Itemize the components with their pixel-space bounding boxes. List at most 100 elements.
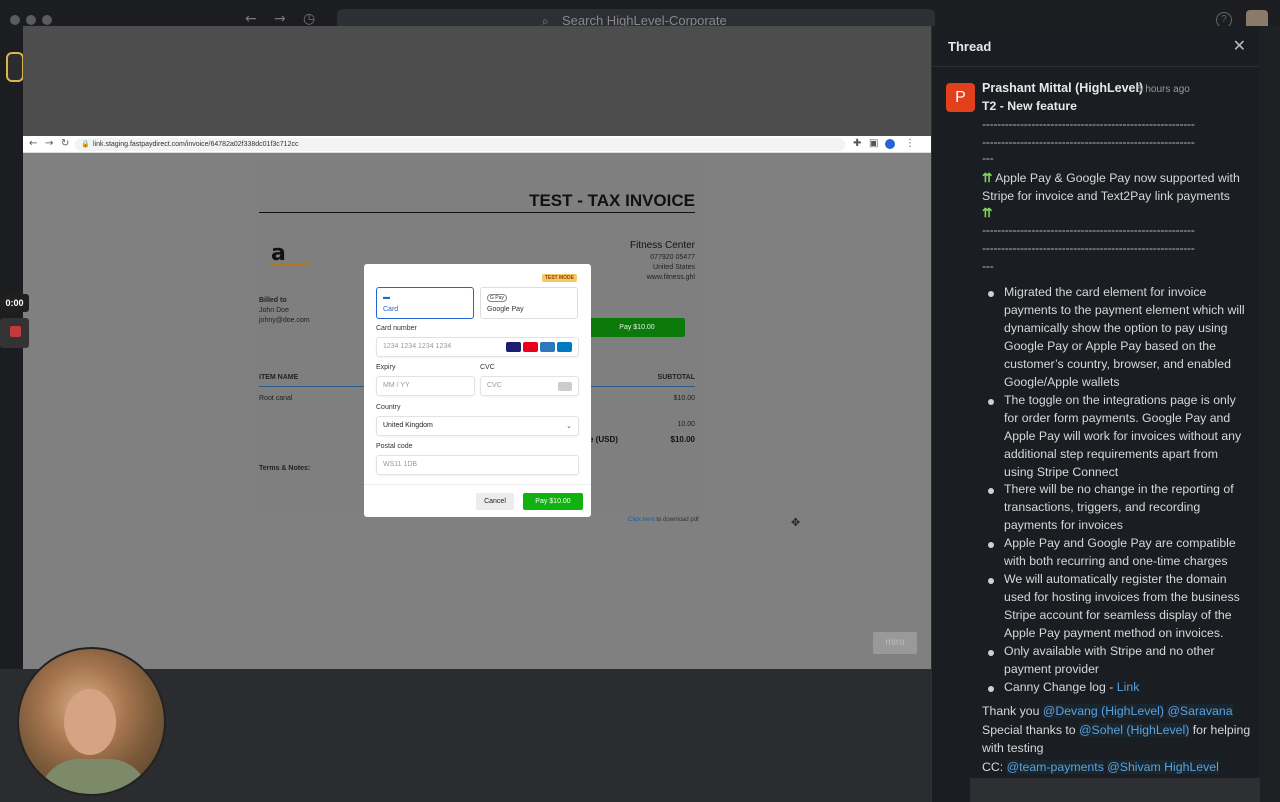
browser-content: TEST - TAX INVOICE a Fitness Center 0779… [23,153,931,669]
thread-panel: Thread ✕ P Prashant Mittal (HighLevel) 5… [931,26,1260,802]
canny-link[interactable]: Link [1117,680,1140,694]
subtotal-header: SUBTOTAL [657,374,695,381]
canny-text: Canny Change log - [1004,680,1117,694]
announcement-line-1: ⇈ Apple Pay & Google Pay now supported w… [982,171,1240,185]
bullet-text-line: payments to the payment element which wi… [1004,303,1245,317]
bullet-text-line: customer’s country, browser, and enabled [1004,357,1231,371]
special-tail: for helping [1189,723,1251,737]
bullet-text-line: Google/Apple wallets [1004,375,1120,389]
tab-card-label: Card [383,306,399,313]
address-bar[interactable]: 🔒 link.staging.fastpaydirect.com/invoice… [75,138,845,151]
mention-team-payments[interactable]: @team-payments [1006,760,1104,774]
company-website: www.fitness.ghl [646,274,695,281]
window-close-dot[interactable] [10,15,20,25]
tax-amount: 10.00 [677,421,695,428]
postal-placeholder: WS11 1DB [383,461,418,468]
cvc-label: CVC [480,364,495,371]
diners-icon [557,342,572,352]
tab-google-pay-label: Google Pay [487,306,524,313]
bullet-text-line: with both recurring and one-time charges [1004,554,1228,568]
expiry-label: Expiry [376,364,396,371]
total-label: e (USD) [589,435,618,444]
lock-icon: 🔒 [81,141,90,148]
webcam-person-shirt [39,759,149,794]
pay-button[interactable]: Pay $10.00 [523,493,583,510]
bottom-thumbnails [970,778,1260,802]
window-zoom-dot[interactable] [42,15,52,25]
browser-reload-icon[interactable]: ↻ [61,138,69,149]
announcement-text: Apple Pay & Google Pay now supported wit… [995,171,1240,185]
bullet-text-line: used for hosting invoices from the busin… [1004,590,1240,604]
line-item-amount: $10.00 [673,395,695,402]
bullet-dot [988,291,994,297]
canny-line: Canny Change log - Link [1004,680,1139,694]
test-mode-badge: TEST MODE [541,274,577,282]
history-clock-icon[interactable]: ◷ [303,11,315,27]
bullet-text-line: transactions, triggers, and recording [1004,500,1201,514]
download-text: to download pdf [654,517,699,523]
terms-label: Terms & Notes: [259,465,311,472]
bullet-text-line: Apple Pay and Google Pay are compatible [1004,536,1236,550]
browser-back-icon[interactable]: ← [29,138,37,149]
url-text: link.staging.fastpaydirect.com/invoice/6… [93,141,299,148]
workspace-button[interactable] [6,52,24,82]
download-link[interactable]: Click here [628,517,655,523]
webcam-bubble[interactable] [17,647,166,796]
bullet-text-line: Google Pay or Apple Pay based on the [1004,339,1216,353]
card-brands [504,342,572,360]
bullet-dot [988,488,994,494]
miro-badge: miro [873,632,917,654]
author-name[interactable]: Prashant Mittal (HighLevel) [982,81,1143,95]
dash-line: ----------------------------------------… [982,241,1195,255]
stop-recording-icon [10,326,21,337]
bullet-text-line: We will automatically register the domai… [1004,572,1227,586]
back-arrow-icon[interactable]: ← [245,11,257,27]
profile-icon[interactable] [885,139,895,149]
card-number-field[interactable]: 1234 1234 1234 1234 [376,337,579,357]
mention-sohel[interactable]: @Sohel (HighLevel) [1079,723,1190,737]
message-heading: T2 - New feature [982,99,1077,113]
thanks-text: Thank you [982,704,1043,718]
extensions-icon[interactable]: ✚ [853,138,861,149]
mention-shivam[interactable]: @Shivam HighLevel [1107,760,1219,774]
logo-smile [269,259,311,265]
cvc-placeholder: CVC [487,382,502,389]
thread-title: Thread [948,39,992,54]
bullet-text-line: Migrated the card element for invoice [1004,285,1207,299]
close-icon[interactable]: ✕ [1233,36,1246,55]
browser-forward-icon[interactable]: → [45,138,53,149]
bullet-dot [988,399,994,405]
cvc-field[interactable]: CVC [480,376,579,396]
special-thanks-line: Special thanks to @Sohel (HighLevel) for… [982,723,1250,737]
announcement-emoji: ⇈ [982,206,992,220]
postal-field[interactable]: WS11 1DB [376,455,579,475]
expiry-field[interactable]: MM / YY [376,376,475,396]
dash-line: ----------------------------------------… [982,135,1195,149]
bullet-text-line: Only available with Stripe and no other [1004,644,1215,658]
author-avatar[interactable]: P [946,83,975,112]
move-cursor-icon: ✥ [791,516,801,529]
cc-text: CC: [982,760,1007,774]
window-minimize-dot[interactable] [26,15,36,25]
company-country: United States [652,264,695,271]
forward-arrow-icon[interactable]: → [274,11,286,27]
sidebar-icon[interactable]: ▣ [869,138,878,149]
tab-google-pay[interactable]: G Pay Google Pay [480,287,578,319]
post-timestamp[interactable]: 5 hours ago [1137,84,1190,95]
mention-saravana[interactable]: @Saravana [1167,704,1233,718]
cancel-button[interactable]: Cancel [476,493,514,510]
dash-line: --- [982,259,994,273]
country-select[interactable]: United Kingdom ⌄ [376,416,579,436]
mention-devang[interactable]: @Devang (HighLevel) [1042,704,1165,718]
card-number-placeholder: 1234 1234 1234 1234 [383,343,452,350]
bullet-text-line: using Stripe Connect [1004,465,1119,479]
bullet-dot [988,686,994,692]
cvc-card-icon [558,382,572,391]
browser-menu-icon[interactable]: ⋮ [905,138,915,149]
company-phone: 077920 05477 [650,254,695,261]
bullet-text-line: for order form payments. Google Pay and [1004,411,1231,425]
invoice-pay-button[interactable]: Pay $10.00 [589,318,685,337]
shared-screen: ← → ↻ 🔒 link.staging.fastpaydirect.com/i… [23,26,931,669]
tab-card[interactable]: ▬ Card [376,287,474,319]
line-item-name: Root canal [259,395,293,402]
